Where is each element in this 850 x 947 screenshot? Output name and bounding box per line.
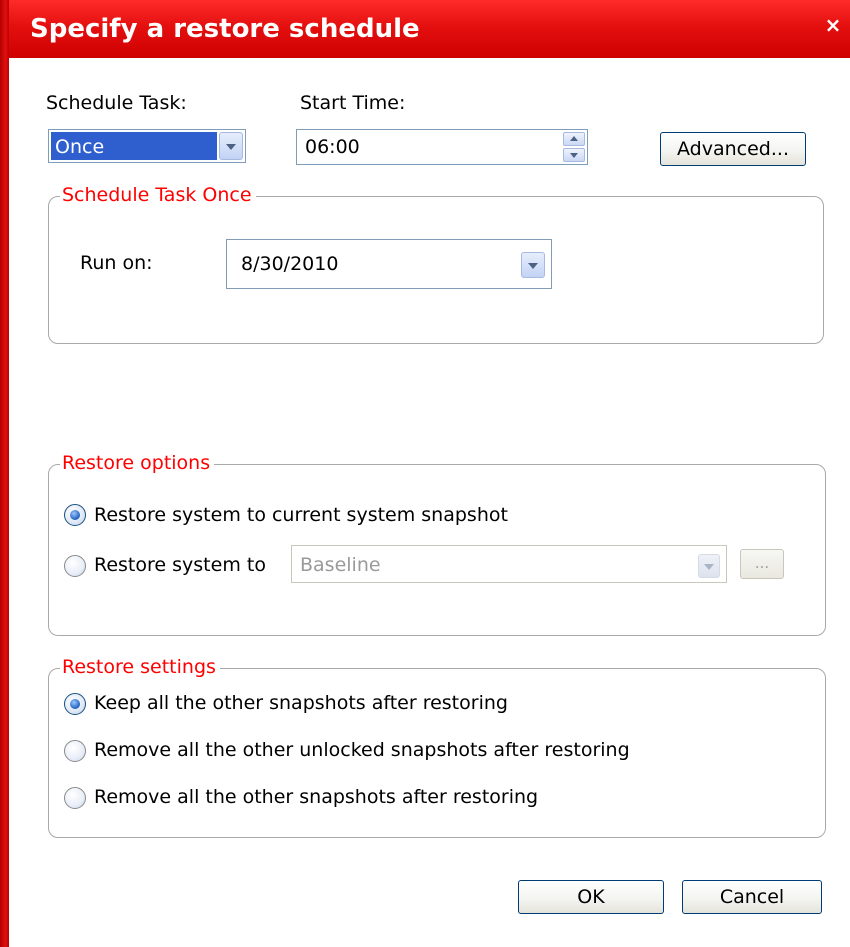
radio-restore-to-label[interactable]: Restore system to [94,554,266,576]
ok-button[interactable]: OK [518,880,664,914]
restore-options-legend: Restore options [60,452,215,474]
schedule-task-select[interactable]: Once [48,129,246,163]
schedule-task-label: Schedule Task: [46,92,187,114]
close-button[interactable]: × [820,8,846,42]
radio-remove-unlocked[interactable] [64,740,86,762]
title-bar[interactable]: Specify a restore schedule × [0,0,850,58]
window-title: Specify a restore schedule [30,14,420,44]
restore-settings-legend: Restore settings [60,656,220,678]
radio-keep-snapshots[interactable] [64,693,86,715]
start-time-field[interactable]: 06:00 [296,129,588,165]
spin-up-icon[interactable] [563,132,585,146]
radio-remove-all-label[interactable]: Remove all the other snapshots after res… [94,786,538,808]
run-on-value: 8/30/2010 [241,253,339,275]
start-time-label: Start Time: [300,92,406,114]
cancel-button[interactable]: Cancel [682,880,822,914]
window-left-border [0,0,9,947]
radio-restore-current[interactable] [64,504,86,526]
advanced-button[interactable]: Advanced... [660,132,806,166]
run-on-date-picker[interactable]: 8/30/2010 [226,239,552,289]
start-time-value: 06:00 [305,136,360,158]
radio-remove-all[interactable] [64,787,86,809]
radio-remove-unlocked-label[interactable]: Remove all the other unlocked snapshots … [94,739,630,761]
snapshot-select[interactable]: Baseline [291,545,727,583]
snapshot-value: Baseline [300,554,381,576]
schedule-task-value: Once [55,136,105,158]
radio-restore-current-label[interactable]: Restore system to current system snapsho… [94,504,508,526]
restore-schedule-dialog: Specify a restore schedule × Schedule Ta… [0,0,850,947]
radio-restore-to[interactable] [64,555,86,577]
chevron-down-icon[interactable] [521,252,545,278]
close-icon: × [824,13,842,37]
chevron-down-icon[interactable] [219,132,243,160]
browse-snapshot-button[interactable]: ... [740,549,784,579]
schedule-once-legend: Schedule Task Once [60,184,256,206]
chevron-down-icon[interactable] [698,554,720,578]
spin-down-icon[interactable] [563,148,585,162]
radio-keep-snapshots-label[interactable]: Keep all the other snapshots after resto… [94,692,508,714]
run-on-label: Run on: [80,252,153,274]
